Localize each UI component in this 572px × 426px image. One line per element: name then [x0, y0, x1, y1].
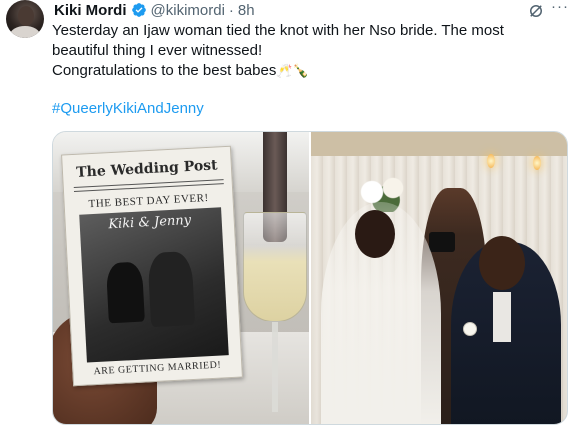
author-handle[interactable]: @kikimordi	[151, 2, 225, 19]
tweet: Kiki Mordi @kikimordi · 8h ··· Yesterday…	[0, 0, 572, 426]
avatar[interactable]	[6, 0, 44, 38]
tweet-text-line2: Congratulations to the best babes🥂🍾	[52, 61, 562, 82]
avatar-shoulders	[10, 26, 40, 38]
tweet-text: Yesterday an Ijaw woman tied the knot wi…	[52, 21, 562, 82]
camera	[429, 232, 455, 252]
wedding-program-card: The Wedding Post THE BEST DAY EVER! Kiki…	[61, 145, 243, 387]
separator-dot: ·	[228, 1, 234, 19]
tweet-header: Kiki Mordi @kikimordi · 8h	[54, 0, 255, 20]
media-grid: The Wedding Post THE BEST DAY EVER! Kiki…	[52, 131, 568, 425]
ceiling-arch	[311, 132, 567, 156]
grok-icon[interactable]	[527, 2, 545, 20]
photo-wedding-program[interactable]: The Wedding Post THE BEST DAY EVER! Kiki…	[53, 132, 309, 424]
partner-shirt	[493, 292, 511, 342]
tweet-text-line2-body: Congratulations to the best babes	[52, 62, 277, 79]
tweet-text-line1: Yesterday an Ijaw woman tied the knot wi…	[52, 22, 504, 59]
avatar-face	[18, 6, 34, 26]
partner-head	[479, 236, 525, 290]
verified-badge-icon	[131, 3, 146, 17]
program-couple-figure-2	[147, 250, 196, 328]
author-name[interactable]: Kiki Mordi	[54, 2, 127, 19]
wine-glass	[243, 212, 307, 322]
hashtag-link[interactable]: #QueerlyKikiAndJenny	[52, 100, 204, 117]
timestamp[interactable]: 8h	[238, 2, 255, 19]
boutonniere	[463, 322, 477, 336]
program-masthead: The Wedding Post	[75, 157, 218, 181]
more-options-icon[interactable]: ···	[551, 0, 569, 18]
program-rule-bottom	[73, 183, 224, 192]
bride-head	[355, 210, 395, 258]
toast-champagne-emoji: 🥂🍾	[276, 64, 309, 79]
glass-stem	[272, 322, 278, 412]
photo-wedding-couple[interactable]	[311, 132, 567, 424]
wall-sconce-left	[487, 154, 495, 168]
wall-sconce-right	[533, 156, 541, 170]
program-couple-figure-1	[105, 261, 145, 324]
